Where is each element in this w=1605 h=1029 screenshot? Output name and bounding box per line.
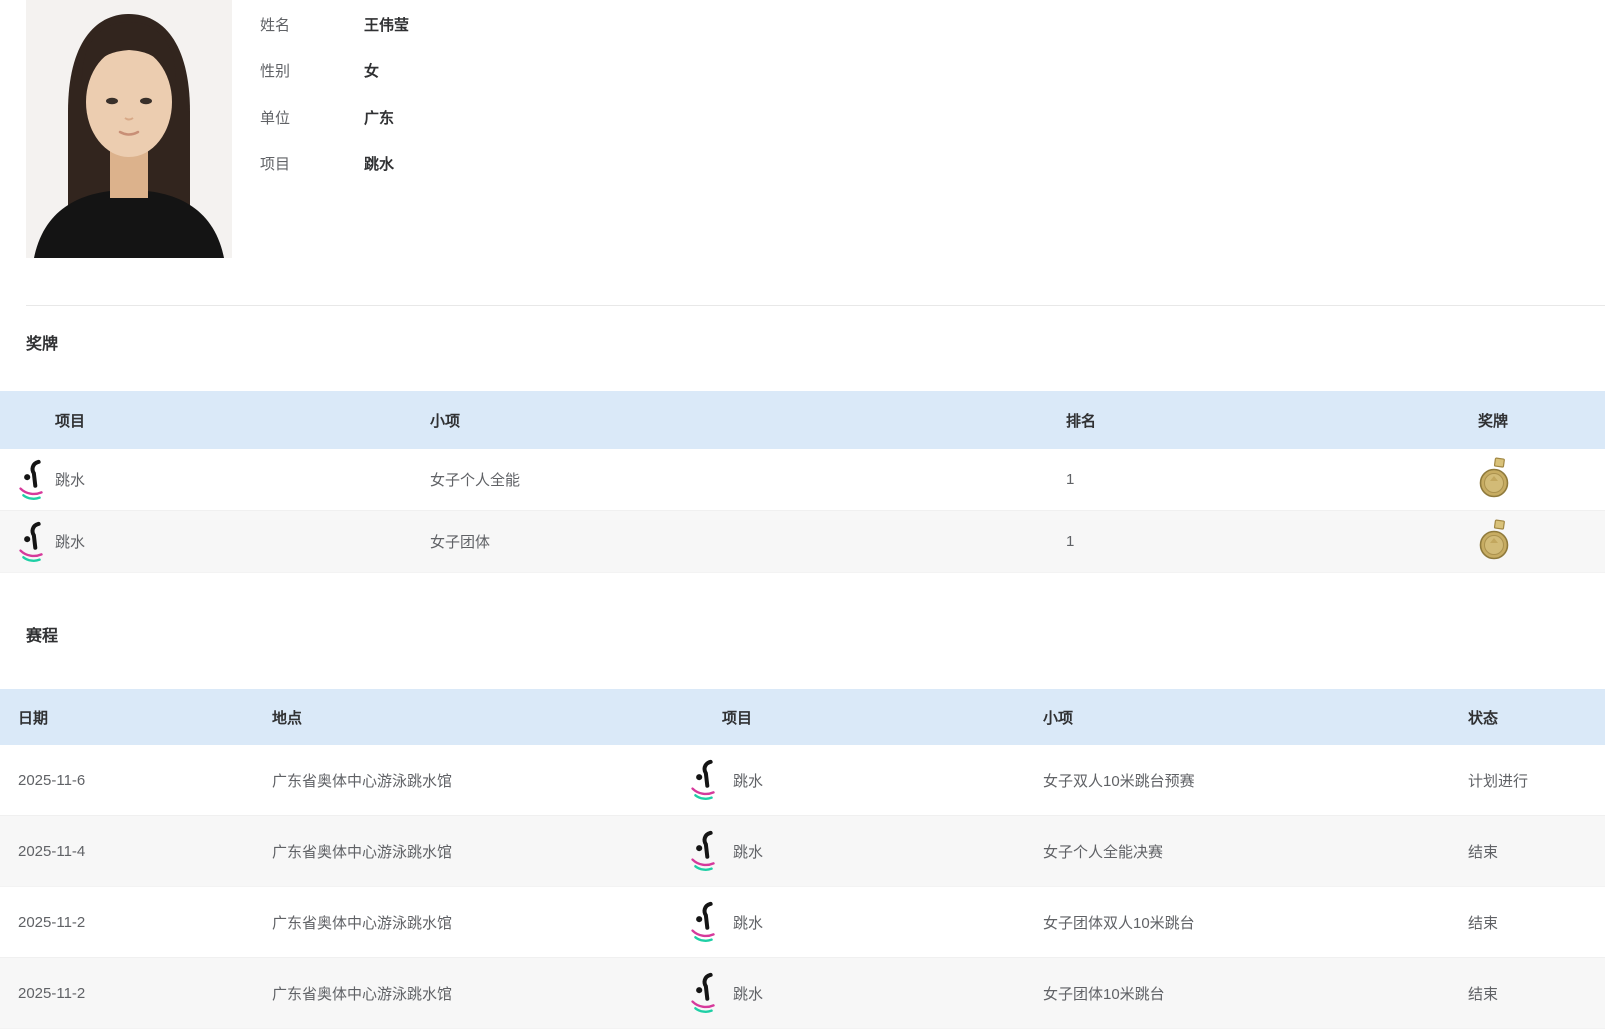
field-gender-label: 性别: [260, 63, 291, 81]
field-event-label: 项目: [260, 156, 291, 174]
diving-icon: [18, 459, 44, 501]
schedule-status: 结束: [1468, 914, 1499, 932]
schedule-event: 跳水: [733, 914, 764, 932]
schedule-section-title: 赛程: [26, 628, 59, 645]
gold-medal-icon: [1479, 519, 1509, 560]
schedule-venue: 广东省奥体中心游泳跳水馆: [272, 772, 453, 790]
field-unit: 单位 广东: [260, 94, 409, 141]
field-event-value: 跳水: [364, 156, 395, 174]
schedule-date: 2025-11-2: [18, 984, 86, 1002]
medals-section-title: 奖牌: [26, 336, 59, 353]
schedule-date: 2025-11-4: [18, 842, 86, 860]
medals-table: 项目 小项 排名 奖牌 跳水 女子个人全能 1 跳水 女子团体 1: [0, 391, 1605, 573]
field-event: 项目 跳水: [260, 141, 409, 188]
medals-col-rank: 排名: [1066, 412, 1097, 430]
schedule-table-header: 日期 地点 项目 小项 状态: [0, 689, 1605, 745]
section-divider: [26, 305, 1605, 306]
schedule-subevent: 女子团体双人10米跳台: [1043, 914, 1195, 932]
schedule-date: 2025-11-6: [18, 771, 86, 789]
athlete-photo-image: [26, 0, 232, 258]
field-unit-label: 单位: [260, 109, 291, 127]
medals-table-header: 项目 小项 排名 奖牌: [0, 391, 1605, 449]
schedule-col-event: 项目: [722, 709, 753, 727]
schedule-col-subevent: 小项: [1043, 709, 1074, 727]
medal-rank: 1: [1066, 533, 1075, 550]
schedule-subevent: 女子团体10米跳台: [1043, 985, 1165, 1003]
schedule-row: 2025-11-6 广东省奥体中心游泳跳水馆 跳水 女子双人10米跳台预赛 计划…: [0, 745, 1605, 816]
medal-row: 跳水 女子个人全能 1: [0, 449, 1605, 511]
schedule-venue: 广东省奥体中心游泳跳水馆: [272, 914, 453, 932]
schedule-status: 结束: [1468, 985, 1499, 1003]
schedule-table: 日期 地点 项目 小项 状态 2025-11-6 广东省奥体中心游泳跳水馆 跳水…: [0, 689, 1605, 1029]
schedule-venue: 广东省奥体中心游泳跳水馆: [272, 985, 453, 1003]
diving-icon: [18, 521, 44, 563]
field-name-label: 姓名: [260, 16, 291, 34]
schedule-row: 2025-11-2 广东省奥体中心游泳跳水馆 跳水 女子团体10米跳台 结束: [0, 958, 1605, 1029]
schedule-col-status: 状态: [1468, 709, 1499, 727]
schedule-row: 2025-11-4 广东省奥体中心游泳跳水馆 跳水 女子个人全能决赛 结束: [0, 816, 1605, 887]
schedule-subevent: 女子双人10米跳台预赛: [1043, 772, 1195, 790]
medal-rank: 1: [1066, 471, 1075, 488]
diving-icon: [690, 830, 716, 872]
medals-col-medal: 奖牌: [1478, 412, 1509, 430]
schedule-col-venue: 地点: [272, 709, 303, 727]
medal-event: 跳水: [55, 534, 86, 551]
athlete-photo: [26, 0, 232, 258]
schedule-row: 2025-11-2 广东省奥体中心游泳跳水馆 跳水 女子团体双人10米跳台 结束: [0, 887, 1605, 958]
profile-section: 姓名 王伟莹 性别 女 单位 广东 项目 跳水: [0, 0, 1605, 258]
profile-fields: 姓名 王伟莹 性别 女 单位 广东 项目 跳水: [260, 0, 409, 258]
schedule-event: 跳水: [733, 843, 764, 861]
field-name-value: 王伟莹: [364, 16, 410, 34]
medals-col-subevent: 小项: [430, 412, 461, 430]
medal-subevent: 女子团体: [430, 534, 491, 551]
diving-icon: [690, 759, 716, 801]
medal-row: 跳水 女子团体 1: [0, 511, 1605, 573]
schedule-subevent: 女子个人全能决赛: [1043, 843, 1164, 861]
schedule-status: 结束: [1468, 843, 1499, 861]
schedule-event: 跳水: [733, 985, 764, 1003]
schedule-status: 计划进行: [1468, 772, 1529, 790]
field-unit-value: 广东: [364, 109, 395, 127]
gold-medal-icon: [1479, 457, 1509, 498]
schedule-event: 跳水: [733, 772, 764, 790]
diving-icon: [690, 901, 716, 943]
schedule-col-date: 日期: [18, 709, 49, 727]
field-gender: 性别 女: [260, 48, 409, 95]
medal-event: 跳水: [55, 472, 86, 489]
field-name: 姓名 王伟莹: [260, 1, 409, 48]
diving-icon: [690, 972, 716, 1014]
medals-col-event: 项目: [55, 412, 86, 430]
medal-subevent: 女子个人全能: [430, 472, 521, 489]
schedule-venue: 广东省奥体中心游泳跳水馆: [272, 843, 453, 861]
field-gender-value: 女: [364, 63, 380, 81]
schedule-date: 2025-11-2: [18, 913, 86, 931]
